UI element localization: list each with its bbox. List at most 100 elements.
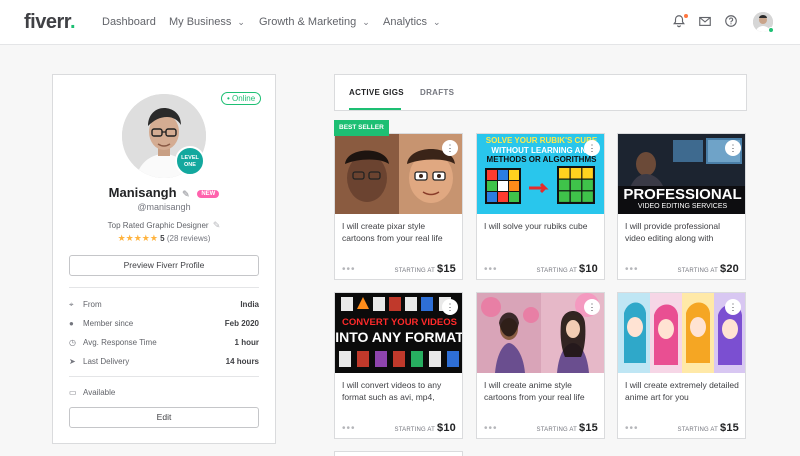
stat-value: Feb 2020 bbox=[224, 319, 259, 328]
online-badge: • Online bbox=[221, 92, 262, 105]
gig-title[interactable]: I will provide professional video editin… bbox=[625, 220, 741, 244]
thumbnail-caption-line: VIDEO EDITING SERVICES bbox=[637, 203, 728, 210]
stat-value: 14 hours bbox=[225, 357, 259, 366]
starting-at-label: STARTING AT bbox=[677, 268, 719, 274]
stat-label: From bbox=[83, 300, 102, 309]
nav-dashboard[interactable]: Dashboard bbox=[102, 16, 156, 28]
chevron-down-icon: ⌄ bbox=[237, 16, 245, 27]
gig-price: STARTING AT $10 bbox=[537, 263, 599, 275]
gig-thumbnail: ⋮ bbox=[477, 293, 604, 373]
gig-price: STARTING AT $15 bbox=[537, 422, 599, 434]
level-badge-line1: LEVEL bbox=[181, 155, 199, 161]
bell-icon[interactable] bbox=[672, 14, 688, 30]
edit-pencil-icon[interactable]: ✎ bbox=[213, 220, 221, 230]
gig-title[interactable]: I will solve your rubiks cube bbox=[484, 220, 600, 232]
more-options-icon[interactable]: ••• bbox=[342, 264, 356, 275]
gig-title[interactable]: I will create anime style cartoons from … bbox=[484, 379, 600, 403]
gig-thumbnail: ⋮ bbox=[618, 293, 745, 373]
edit-pencil-icon[interactable]: ✎ bbox=[182, 189, 190, 199]
more-options-icon[interactable]: ••• bbox=[484, 264, 498, 275]
fiverr-logo[interactable]: fiverr. bbox=[24, 11, 76, 34]
thumbnail-caption-line: PROFESSIONAL bbox=[623, 186, 742, 203]
nav-analytics-label: Analytics bbox=[383, 16, 428, 28]
notification-dot bbox=[684, 14, 688, 18]
logo-text: fiverr bbox=[24, 11, 70, 33]
stat-value: India bbox=[240, 300, 259, 309]
new-seller-badge: NEW bbox=[197, 189, 220, 198]
review-count[interactable]: (28 reviews) bbox=[167, 234, 211, 243]
share-icon[interactable]: ⋮ bbox=[442, 140, 458, 156]
gig-title[interactable]: I will convert videos to any format such… bbox=[342, 379, 458, 403]
nav-dashboard-label: Dashboard bbox=[102, 16, 156, 28]
nav-analytics[interactable]: Analytics ⌄ bbox=[383, 16, 441, 28]
price-amount: $15 bbox=[579, 422, 598, 434]
stat-response-time: ◷ Avg. Response Time 1 hour bbox=[69, 338, 259, 350]
mail-icon[interactable] bbox=[698, 14, 714, 30]
nav-growth-marketing-label: Growth & Marketing bbox=[259, 16, 357, 28]
profile-title: Top Rated Graphic Designer bbox=[107, 221, 209, 230]
gig-card[interactable]: ⋮ I will create pixar style cartoons fro… bbox=[334, 133, 463, 280]
help-icon[interactable] bbox=[724, 14, 740, 30]
share-icon[interactable]: ⋮ bbox=[584, 299, 600, 315]
starting-at-label: STARTING AT bbox=[394, 268, 436, 274]
price-amount: $10 bbox=[579, 263, 598, 275]
gig-thumbnail: PROFESSIONAL VIDEO EDITING SERVICES ⋮ bbox=[618, 134, 745, 214]
gig-card-partial bbox=[334, 451, 463, 456]
tab-active-gigs[interactable]: ACTIVE GIGS bbox=[349, 88, 404, 97]
nav-my-business[interactable]: My Business ⌄ bbox=[169, 16, 245, 28]
price-amount: $10 bbox=[437, 422, 456, 434]
gig-card[interactable]: ⋮ I will create anime style cartoons fro… bbox=[476, 292, 605, 439]
stat-label: Member since bbox=[83, 319, 134, 328]
more-options-icon[interactable]: ••• bbox=[342, 423, 356, 434]
price-amount: $15 bbox=[437, 263, 456, 275]
level-badge-line2: ONE bbox=[184, 162, 196, 168]
gig-title[interactable]: I will create pixar style cartoons from … bbox=[342, 220, 458, 244]
user-icon: ● bbox=[69, 319, 74, 328]
gig-card[interactable]: PROFESSIONAL VIDEO EDITING SERVICES ⋮ I … bbox=[617, 133, 746, 280]
divider bbox=[69, 376, 259, 377]
chevron-down-icon: ⌄ bbox=[362, 16, 370, 27]
profile-rating: ★★★★★ 5 (28 reviews) bbox=[53, 233, 275, 244]
edit-button[interactable]: Edit bbox=[69, 407, 259, 428]
top-navbar: fiverr. Dashboard My Business ⌄ Growth &… bbox=[0, 0, 800, 45]
starting-at-label: STARTING AT bbox=[536, 427, 578, 433]
share-icon[interactable]: ⋮ bbox=[725, 299, 741, 315]
profile-name-row: Manisangh ✎ NEW bbox=[53, 185, 275, 200]
share-icon[interactable]: ⋮ bbox=[584, 140, 600, 156]
gig-title[interactable]: I will create extremely detailed anime a… bbox=[625, 379, 741, 403]
share-icon[interactable]: ⋮ bbox=[725, 140, 741, 156]
profile-title-row: Top Rated Graphic Designer ✎ bbox=[53, 220, 275, 231]
stat-from: ⌖ From India bbox=[69, 300, 259, 312]
profile-handle: @manisangh bbox=[137, 202, 191, 212]
thumbnail-caption-line: CONVERT YOUR VIDEOS bbox=[342, 317, 457, 328]
profile-name: Manisangh bbox=[108, 185, 177, 200]
profile-card: • Online LEVEL ONE Manisangh ✎ NEW @mani… bbox=[52, 74, 276, 444]
divider bbox=[69, 287, 259, 288]
gig-price: STARTING AT $10 bbox=[395, 422, 457, 434]
nav-my-business-label: My Business bbox=[169, 16, 232, 28]
location-icon: ⌖ bbox=[69, 300, 74, 309]
starting-at-label: STARTING AT bbox=[536, 268, 578, 274]
preview-profile-button[interactable]: Preview Fiverr Profile bbox=[69, 255, 259, 276]
thumbnail-caption-line: METHODS OR ALGORITHMS bbox=[486, 155, 597, 164]
clock-icon: ◷ bbox=[69, 338, 76, 347]
calendar-icon: ▭ bbox=[69, 388, 77, 397]
gig-card[interactable]: CONVERT YOUR VIDEOS INTO ANY FORMAT ⋮ I … bbox=[334, 292, 463, 439]
price-amount: $20 bbox=[720, 263, 739, 275]
tab-drafts[interactable]: DRAFTS bbox=[420, 88, 454, 97]
nav-growth-marketing[interactable]: Growth & Marketing ⌄ bbox=[259, 16, 370, 28]
gig-card[interactable]: ⋮ I will create extremely detailed anime… bbox=[617, 292, 746, 439]
rating-value: 5 bbox=[160, 234, 165, 243]
gig-price: STARTING AT $20 bbox=[678, 263, 740, 275]
gig-thumbnail: SOLVE YOUR RUBIK'S CUBE WITHOUT LEARNING… bbox=[477, 134, 604, 214]
starting-at-label: STARTING AT bbox=[677, 427, 719, 433]
more-options-icon[interactable]: ••• bbox=[484, 423, 498, 434]
gig-thumbnail: CONVERT YOUR VIDEOS INTO ANY FORMAT ⋮ bbox=[335, 293, 462, 373]
more-options-icon[interactable]: ••• bbox=[625, 423, 639, 434]
starting-at-label: STARTING AT bbox=[394, 427, 436, 433]
stat-label: Last Delivery bbox=[83, 357, 130, 366]
stat-last-delivery: ➤ Last Delivery 14 hours bbox=[69, 357, 259, 369]
gig-card[interactable]: SOLVE YOUR RUBIK'S CUBE WITHOUT LEARNING… bbox=[476, 133, 605, 280]
share-icon[interactable]: ⋮ bbox=[442, 299, 458, 315]
more-options-icon[interactable]: ••• bbox=[625, 264, 639, 275]
